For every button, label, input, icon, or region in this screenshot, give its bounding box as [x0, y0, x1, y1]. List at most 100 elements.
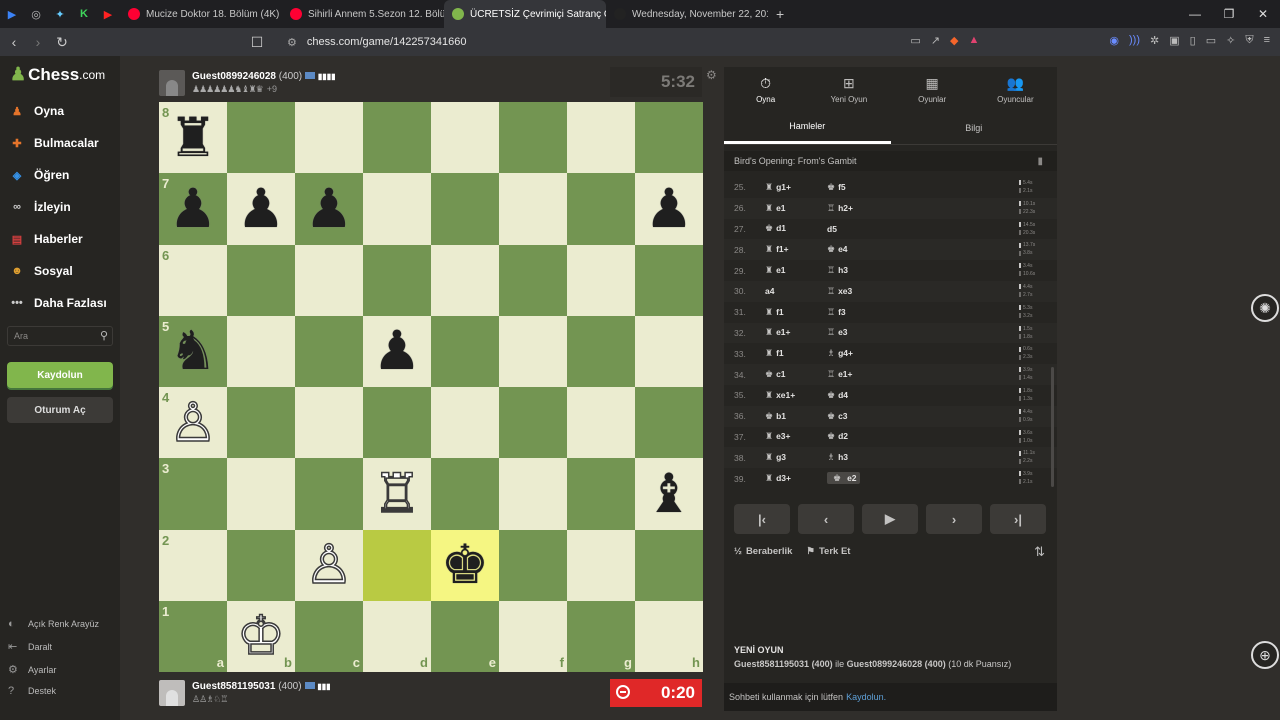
square-g4[interactable]	[567, 387, 635, 459]
square-c6[interactable]	[295, 244, 363, 316]
signup-button[interactable]: Kaydolun	[7, 362, 113, 388]
black-piece[interactable]: ♟	[237, 181, 285, 236]
square-a7[interactable]: 7 ♟	[159, 173, 227, 245]
white-move[interactable]: ♜ xe1+	[761, 390, 827, 401]
white-move[interactable]: ♚ d1	[761, 223, 827, 234]
reload-icon[interactable]: ↻	[52, 34, 72, 51]
play-button[interactable]: ▶	[862, 504, 918, 534]
leo-icon[interactable]: ✧	[1226, 34, 1235, 47]
menu-icon[interactable]: ≡	[1264, 34, 1270, 47]
square-e4[interactable]	[431, 387, 499, 459]
black-piece[interactable]: ♟	[305, 181, 353, 236]
browser-tab[interactable]: Sihirli Annem 5.Sezon 12. Bölüm - Yo	[282, 0, 444, 28]
white-move[interactable]: ♜ e3+	[761, 431, 827, 442]
white-piece[interactable]: ♔	[236, 608, 286, 664]
browser-tab-icon[interactable]: ▶	[96, 0, 120, 28]
black-move[interactable]: ♖ xe3	[827, 286, 893, 297]
black-move[interactable]: ♖ e3	[827, 327, 893, 338]
vpn-icon[interactable]: ◉	[1109, 34, 1119, 47]
search-icon[interactable]: ⚲	[100, 329, 108, 342]
black-move[interactable]: ♗ h3	[827, 452, 893, 463]
player-name[interactable]: Guest0899246028	[192, 71, 276, 82]
new-game-player[interactable]: Guest8581195031 (400)	[734, 659, 833, 669]
tab-games[interactable]: ▦ Oyunlar	[891, 67, 974, 111]
black-piece[interactable]: ♝	[645, 466, 693, 521]
black-piece[interactable]: ♜	[169, 110, 217, 165]
square-e8[interactable]	[431, 102, 499, 174]
square-g7[interactable]	[567, 173, 635, 245]
black-piece[interactable]: ♟	[373, 324, 421, 378]
square-d5[interactable]: ♟	[363, 315, 431, 387]
login-button[interactable]: Oturum Aç	[7, 397, 113, 423]
browser-tab-icon[interactable]: K	[72, 0, 96, 28]
collapse-button[interactable]: ⇤ Daralt	[8, 640, 52, 653]
square-a4[interactable]: 4 ♙	[159, 387, 227, 459]
black-move[interactable]: ♚ e4	[827, 244, 893, 255]
square-c5[interactable]	[295, 315, 363, 387]
white-move[interactable]: ♚ c1	[761, 369, 827, 380]
sidebar-toggle-icon[interactable]: ▯	[1190, 34, 1196, 47]
square-a8[interactable]: 8 ♜	[159, 102, 227, 174]
square-a2[interactable]: 2	[159, 529, 227, 601]
vpn-shield-icon[interactable]: ⛨	[1245, 34, 1253, 47]
square-h5[interactable]	[635, 315, 703, 387]
cast-icon[interactable]: ▭	[910, 34, 920, 47]
sidebar-item-watch[interactable]: ∞ İzleyin	[8, 198, 71, 216]
tab-players[interactable]: 👥 Oyuncular	[974, 67, 1057, 111]
square-d7[interactable]	[363, 173, 431, 245]
first-move-button[interactable]: |‹	[734, 504, 790, 534]
forward-icon[interactable]: ›	[28, 34, 48, 50]
next-move-button[interactable]: ›	[926, 504, 982, 534]
tab-info[interactable]: Bilgi	[891, 111, 1058, 144]
sidebar-item-social[interactable]: ☻ Sosyal	[8, 262, 73, 280]
white-move[interactable]: ♜ d3+	[761, 473, 827, 484]
square-h6[interactable]	[635, 244, 703, 316]
square-d8[interactable]	[363, 102, 431, 174]
black-piece[interactable]: ♟	[645, 181, 693, 236]
extensions-icon[interactable]: ✲	[1150, 34, 1159, 47]
square-e1[interactable]: e	[431, 600, 499, 672]
square-c4[interactable]	[295, 387, 363, 459]
sidebar-item-more[interactable]: ••• Daha Fazlası	[8, 294, 106, 312]
square-e5[interactable]	[431, 315, 499, 387]
square-f1[interactable]: f	[499, 600, 567, 672]
square-h2[interactable]	[635, 529, 703, 601]
black-move[interactable]: ♚ f5	[827, 182, 893, 193]
square-e7[interactable]	[431, 173, 499, 245]
square-a5[interactable]: 5 ♞	[159, 315, 227, 387]
site-info-icon[interactable]: ⚙	[287, 36, 297, 49]
flip-board-icon[interactable]: ⇅	[1034, 544, 1045, 560]
player-name[interactable]: Guest8581195031	[192, 681, 275, 692]
square-e2[interactable]: ♚	[431, 529, 499, 601]
square-b8[interactable]	[227, 102, 295, 174]
square-f8[interactable]	[499, 102, 567, 174]
black-move[interactable]: ♚ e2	[827, 472, 860, 485]
url-field[interactable]: ⚙ chess.com/game/142257341660	[287, 36, 467, 49]
assistant-icon[interactable]: ✺	[1251, 294, 1279, 322]
last-move-button[interactable]: ›|	[990, 504, 1046, 534]
square-a3[interactable]: 3	[159, 458, 227, 530]
square-d1[interactable]: d	[363, 600, 431, 672]
square-g2[interactable]	[567, 529, 635, 601]
resign-button[interactable]: ⚑ Terk Et	[806, 546, 850, 557]
square-b2[interactable]	[227, 529, 295, 601]
square-e6[interactable]	[431, 244, 499, 316]
square-b3[interactable]	[227, 458, 295, 530]
square-g6[interactable]	[567, 244, 635, 316]
tab-play[interactable]: ⏱ Oyna	[724, 67, 807, 111]
white-move[interactable]: ♜ f1	[761, 348, 827, 359]
square-a1[interactable]: 1a	[159, 600, 227, 672]
wallet-icon[interactable]: ▭	[1206, 34, 1216, 47]
square-h1[interactable]: h	[635, 600, 703, 672]
browser-tab[interactable]: Mucize Doktor 18. Bölüm (4K) - YouT	[120, 0, 282, 28]
sidebar-item-news[interactable]: ▤ Haberler	[8, 230, 83, 248]
square-h8[interactable]	[635, 102, 703, 174]
square-c1[interactable]: c	[295, 600, 363, 672]
square-f7[interactable]	[499, 173, 567, 245]
square-d6[interactable]	[363, 244, 431, 316]
screenshot-icon[interactable]: ▣	[1169, 34, 1179, 47]
support-button[interactable]: ? Destek	[8, 685, 56, 697]
black-move[interactable]: d5	[827, 224, 893, 234]
light-theme-toggle[interactable]: ◐ Açık Renk Arayüz	[8, 618, 99, 630]
square-g8[interactable]	[567, 102, 635, 174]
